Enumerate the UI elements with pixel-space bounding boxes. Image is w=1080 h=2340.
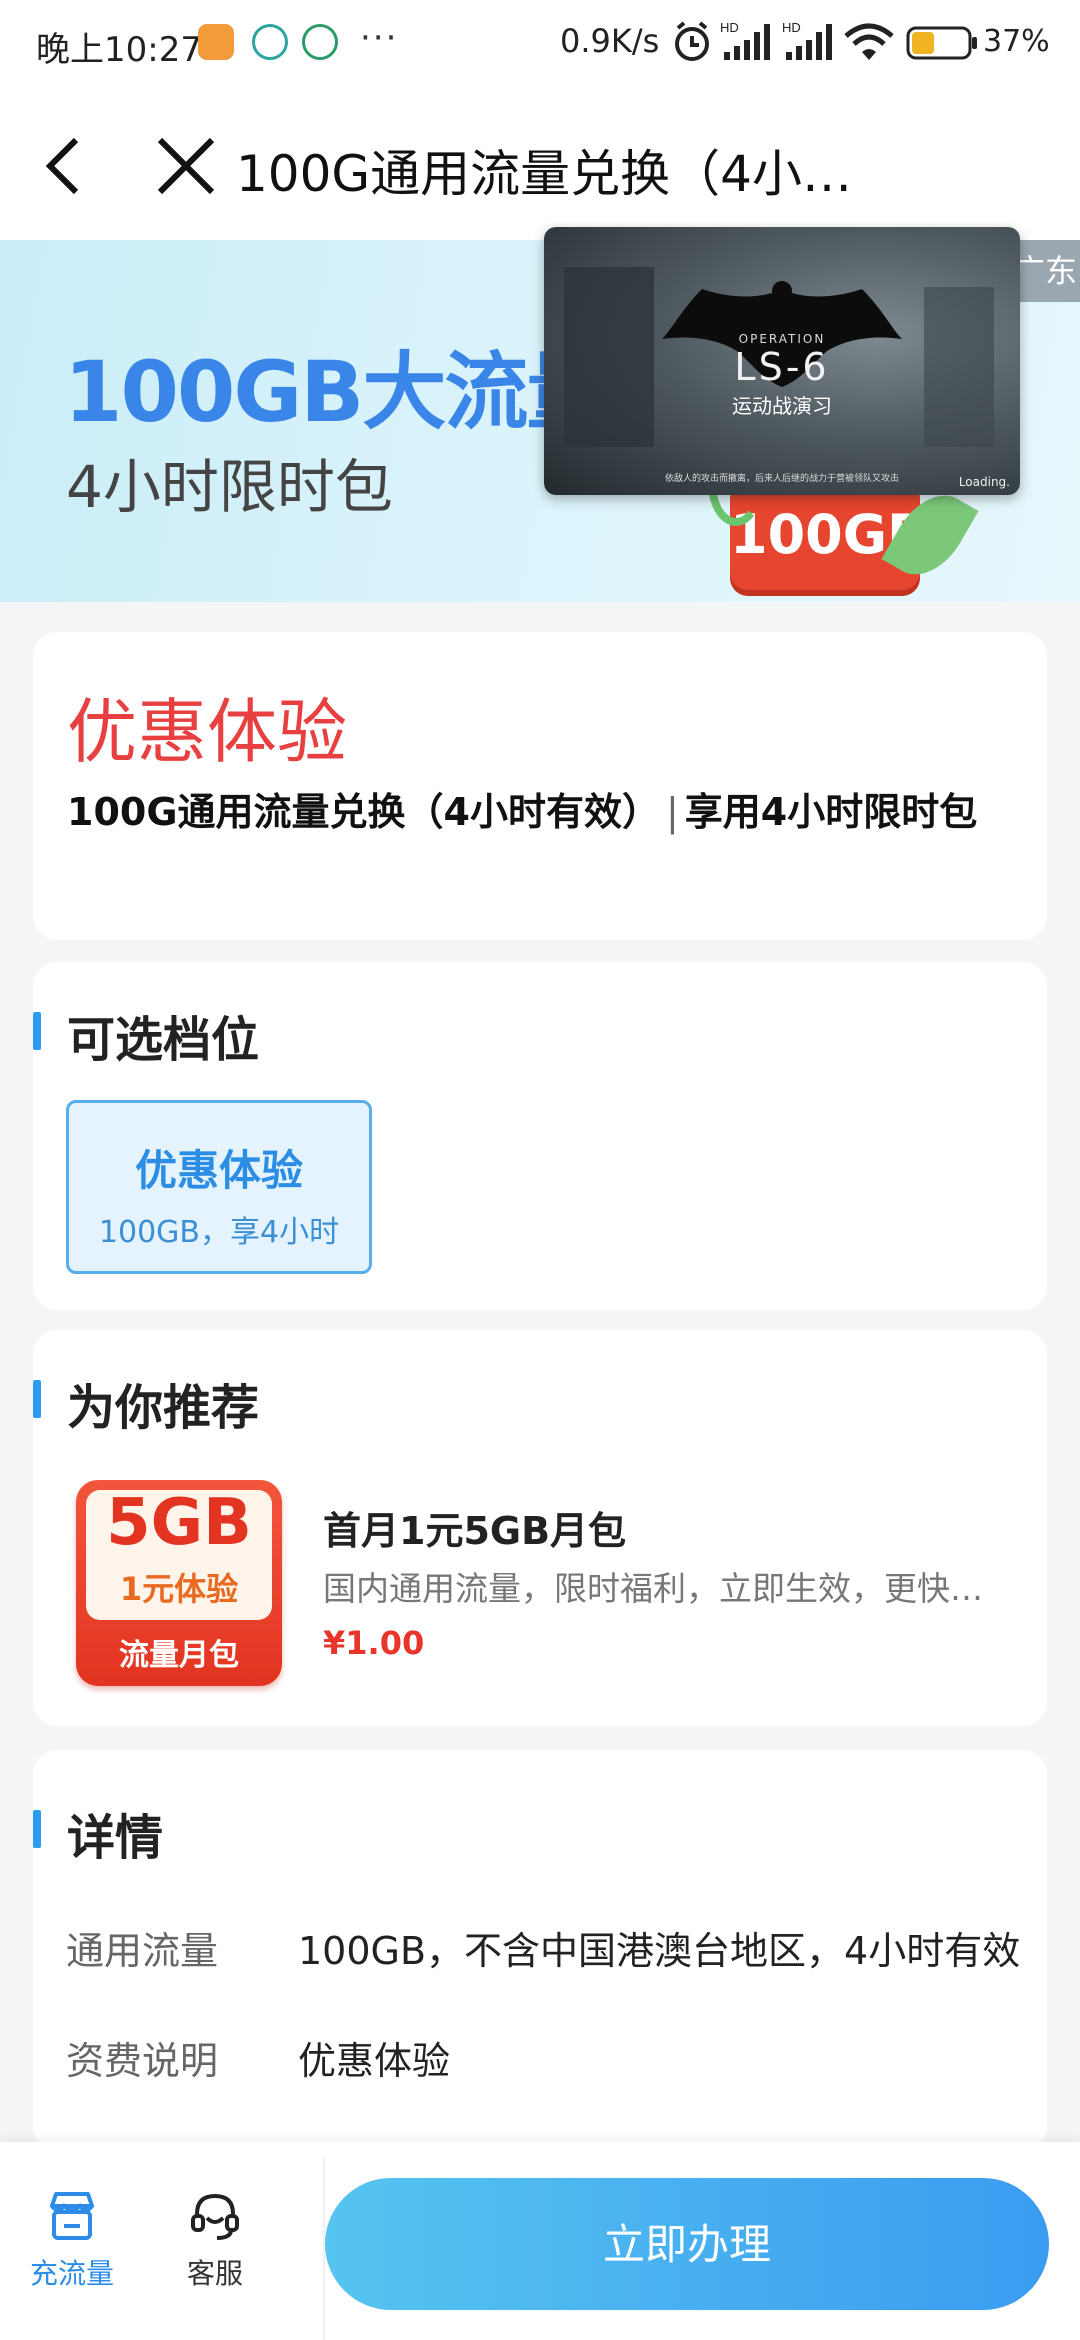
region-badge[interactable]: 广东: [1010, 240, 1080, 302]
status-bar: 晚上10:27 ··· 0.9K/s HD HD 37%: [0, 0, 1080, 90]
banner-subtitle: 4小时限时包: [66, 453, 393, 521]
bottom-action-bar: 充流量 客服 立即办理: [0, 2142, 1080, 2340]
product-image-type: 流量月包: [119, 1638, 239, 1673]
video-caption: 依敌人的攻击而撤离，后来人后继的战力于营被领队又攻击: [664, 474, 899, 484]
product-image-size: 5GB: [106, 1486, 252, 1560]
recommend-card: 为你推荐 5GB 1元体验 流量月包 首月1元5GB月包 国内通用流量，限时福利…: [32, 1330, 1047, 1726]
section-title-tiers: 可选档位: [32, 1000, 259, 1070]
signal-hd-1-icon: HD: [720, 20, 770, 60]
tab-recharge-data[interactable]: 充流量: [12, 2188, 132, 2292]
battery-icon: [906, 26, 977, 60]
recommend-product-price: ¥1.00: [323, 1624, 425, 1662]
navigation-bar: 100G通用流量兑换（4小…: [0, 90, 1080, 240]
tier-card: 可选档位 优惠体验 100GB，享4小时: [32, 962, 1047, 1310]
apply-now-button[interactable]: 立即办理: [325, 2178, 1049, 2310]
tier-description: 100GB，享4小时: [98, 1215, 340, 1250]
status-time: 晚上10:27: [36, 30, 202, 70]
banner-title: 100GB大流量: [64, 343, 610, 441]
recommend-product-name[interactable]: 首月1元5GB月包: [323, 1500, 626, 1555]
section-title-recommend: 为你推荐: [32, 1368, 259, 1438]
detail-value-data: 100GB，不含中国港澳台地区，4小时有效: [298, 1929, 1021, 1973]
mobile-carrier-icon: [252, 24, 288, 60]
tier-name: 优惠体验: [134, 1146, 303, 1195]
wifi-icon: [844, 23, 894, 60]
svg-text:HD: HD: [782, 20, 801, 35]
section-title-details: 详情: [32, 1798, 163, 1868]
battery-percent: 37%: [983, 24, 1050, 59]
tab-customer-service[interactable]: 客服: [155, 2188, 275, 2292]
offer-description: 100G通用流量兑换（4小时有效） | 享用4小时限时包: [67, 778, 1027, 846]
offer-name: 100G通用流量兑换（4小时有效）: [67, 790, 660, 834]
back-icon[interactable]: [28, 126, 108, 206]
tab-label-service: 客服: [186, 2257, 243, 2290]
unicom-app-icon: [302, 24, 338, 60]
health-app-icon: [198, 24, 234, 60]
video-operation-label: OPERATION: [738, 332, 826, 346]
detail-value-pricing: 优惠体验: [298, 2039, 451, 2083]
product-image-offer: 1元体验: [119, 1570, 239, 1608]
offer-separator: |: [665, 790, 679, 834]
banner-100gb-chip: 100GB: [708, 440, 928, 590]
recommend-product-desc: 国内通用流量，限时福利，立即生效，更快…: [323, 1569, 983, 1608]
page-title: 100G通用流量兑换（4小…: [236, 145, 852, 203]
svg-text:HD: HD: [720, 20, 739, 35]
more-notifications-icon: ···: [360, 18, 399, 58]
offer-card: 优惠体验 100G通用流量兑换（4小时有效） | 享用4小时限时包: [33, 632, 1047, 940]
video-subtitle: 运动战演习: [732, 394, 832, 418]
tier-option-selected[interactable]: 优惠体验 100GB，享4小时: [66, 1100, 372, 1274]
network-speed: 0.9K/s: [560, 22, 660, 60]
signal-hd-2-icon: HD: [782, 20, 832, 60]
recommend-product-image[interactable]: 5GB 1元体验 流量月包: [76, 1480, 282, 1686]
alarm-icon: [675, 21, 709, 61]
detail-label-pricing: 资费说明: [66, 2039, 219, 2083]
video-title: LS-6: [734, 345, 830, 389]
video-loading-text: Loading.: [958, 475, 1010, 489]
headset-icon: [191, 2193, 239, 2240]
store-icon: [50, 2192, 94, 2240]
detail-label-data: 通用流量: [66, 1929, 219, 1973]
floating-video-player[interactable]: OPERATION LS-6 运动战演习 依敌人的攻击而撤离，后来人后继的战力于…: [544, 227, 1020, 495]
tab-label-recharge: 充流量: [29, 2257, 114, 2290]
offer-tagline: 享用4小时限时包: [684, 790, 978, 834]
close-icon[interactable]: [150, 130, 222, 202]
offer-title: 优惠体验: [67, 691, 347, 773]
details-card: 详情 通用流量 100GB，不含中国港澳台地区，4小时有效 资费说明 优惠体验: [32, 1750, 1047, 2150]
